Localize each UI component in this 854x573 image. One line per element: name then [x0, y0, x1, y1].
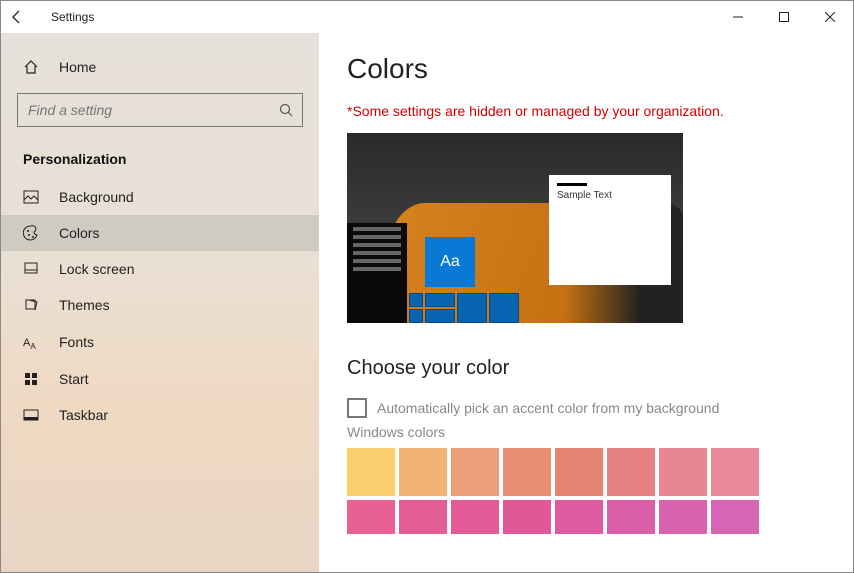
- search-icon: [279, 103, 293, 117]
- sample-text: Sample Text: [557, 190, 663, 201]
- home-icon: [23, 59, 45, 75]
- sidebar-item-label: Background: [59, 189, 134, 205]
- close-button[interactable]: [807, 1, 853, 33]
- minimize-button[interactable]: [715, 1, 761, 33]
- window-controls: [715, 1, 853, 33]
- sidebar-item-colors[interactable]: Colors: [1, 215, 319, 251]
- search-input[interactable]: [17, 93, 303, 127]
- color-swatch[interactable]: [451, 448, 499, 496]
- picture-icon: [23, 189, 45, 205]
- color-swatch[interactable]: [399, 500, 447, 534]
- sidebar-item-themes[interactable]: Themes: [1, 287, 319, 323]
- back-button[interactable]: [9, 9, 41, 25]
- color-swatch[interactable]: [607, 500, 655, 534]
- window-body: Home Personalization Background Colo: [1, 33, 853, 572]
- color-swatch[interactable]: [451, 500, 499, 534]
- color-swatch[interactable]: [347, 500, 395, 534]
- settings-window: Settings Home: [0, 0, 854, 573]
- sidebar-item-fonts[interactable]: AA Fonts: [1, 323, 319, 361]
- color-swatch[interactable]: [659, 500, 707, 534]
- auto-pick-row: Automatically pick an accent color from …: [347, 398, 825, 418]
- theme-preview: Aa Sample Text: [347, 133, 683, 323]
- content-area: Colors *Some settings are hidden or mana…: [319, 33, 853, 572]
- color-swatch[interactable]: [711, 500, 759, 534]
- page-heading: Colors: [347, 53, 825, 85]
- sidebar-item-label: Colors: [59, 225, 99, 241]
- color-swatch[interactable]: [503, 500, 551, 534]
- color-swatch[interactable]: [555, 500, 603, 534]
- maximize-button[interactable]: [761, 1, 807, 33]
- auto-pick-checkbox[interactable]: [347, 398, 367, 418]
- preview-accent-tile: Aa: [425, 237, 475, 287]
- taskbar-icon: [23, 407, 45, 423]
- color-swatch[interactable]: [659, 448, 707, 496]
- sidebar-item-label: Taskbar: [59, 407, 108, 423]
- start-icon: [23, 371, 45, 387]
- color-swatch[interactable]: [399, 448, 447, 496]
- palette-icon: [23, 225, 45, 241]
- auto-pick-label: Automatically pick an accent color from …: [377, 400, 719, 416]
- titlebar: Settings: [1, 1, 853, 33]
- section-heading: Choose your color: [347, 357, 825, 380]
- sidebar-item-label: Themes: [59, 297, 110, 313]
- org-warning: *Some settings are hidden or managed by …: [347, 103, 825, 119]
- sidebar-item-start[interactable]: Start: [1, 361, 319, 397]
- window-title: Settings: [51, 10, 94, 24]
- sidebar-item-label: Fonts: [59, 334, 94, 350]
- swatch-grid: [347, 448, 825, 548]
- themes-icon: [23, 297, 45, 313]
- sidebar-item-background[interactable]: Background: [1, 179, 319, 215]
- preview-taskbar: [347, 223, 407, 323]
- color-swatch[interactable]: [347, 448, 395, 496]
- fonts-icon: AA: [23, 333, 45, 351]
- sidebar-item-taskbar[interactable]: Taskbar: [1, 397, 319, 433]
- preview-sample-window: Sample Text: [549, 175, 671, 285]
- sidebar-item-label: Start: [59, 371, 89, 387]
- sidebar-item-lockscreen[interactable]: Lock screen: [1, 251, 319, 287]
- sidebar: Home Personalization Background Colo: [1, 33, 319, 572]
- lockscreen-icon: [23, 261, 45, 277]
- color-swatch[interactable]: [503, 448, 551, 496]
- palette-label: Windows colors: [347, 424, 825, 440]
- color-swatch[interactable]: [607, 448, 655, 496]
- home-label: Home: [59, 59, 96, 75]
- sidebar-item-label: Lock screen: [59, 261, 134, 277]
- category-heading: Personalization: [1, 145, 319, 179]
- home-button[interactable]: Home: [1, 51, 319, 83]
- color-swatch[interactable]: [711, 448, 759, 496]
- search-wrap: [17, 93, 303, 127]
- color-swatch[interactable]: [555, 448, 603, 496]
